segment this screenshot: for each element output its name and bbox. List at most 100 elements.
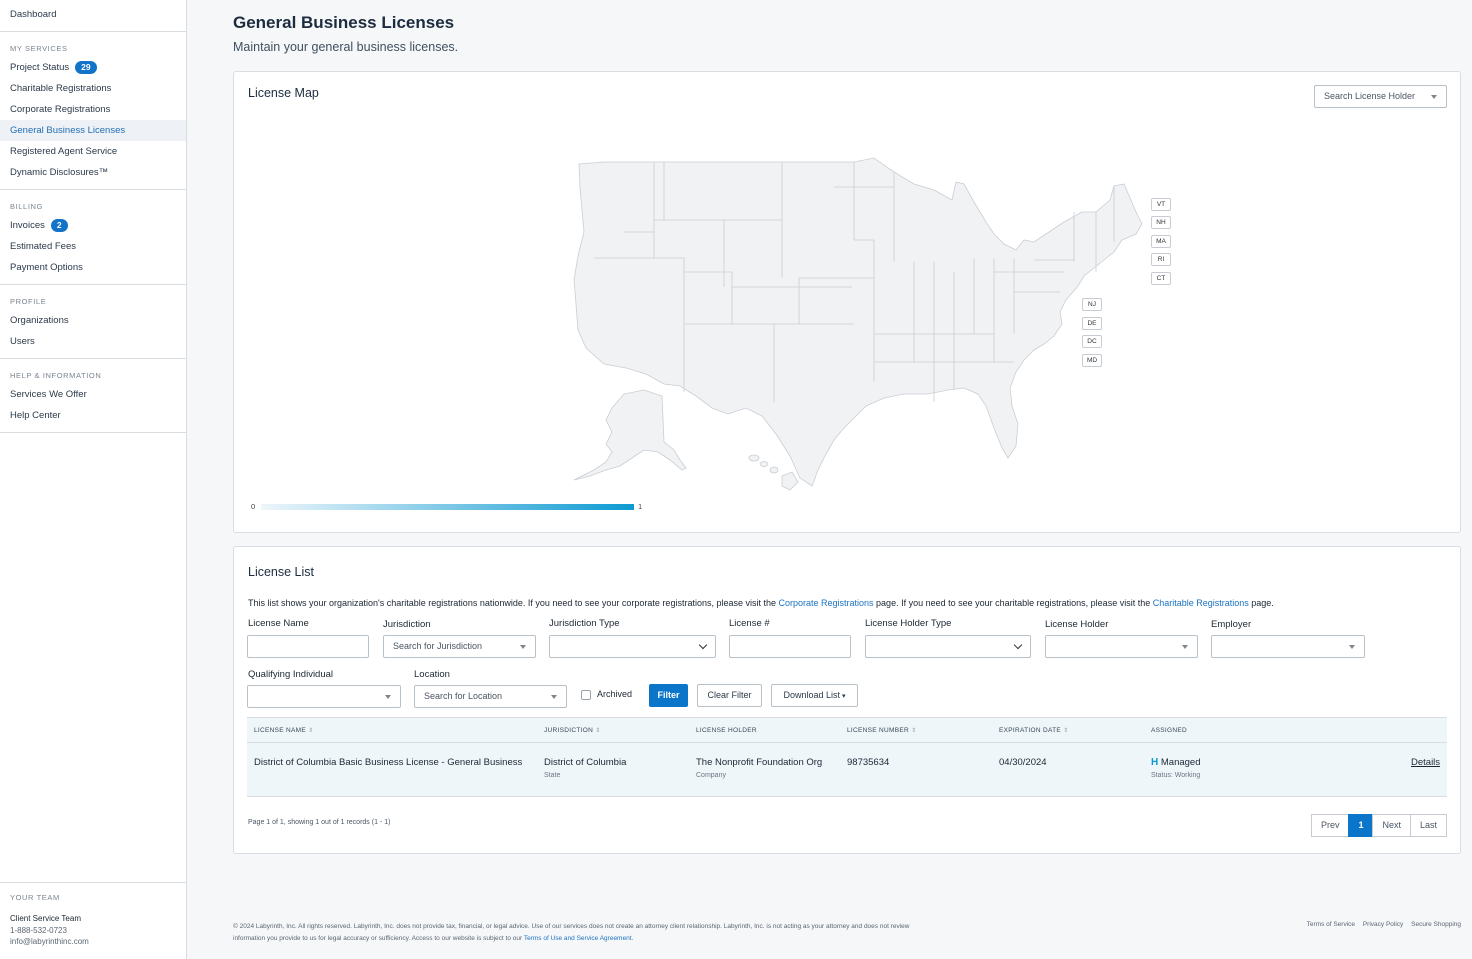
state-tag-nh[interactable]: NH <box>1151 216 1171 229</box>
license-number-label: License # <box>729 618 770 629</box>
sidebar-item-registered-agent-service[interactable]: Registered Agent Service <box>0 141 186 162</box>
alaska[interactable] <box>573 389 687 481</box>
col-license-name[interactable]: LICENSE NAME ⇕ <box>254 727 313 734</box>
cell-license-number: 98735634 <box>847 757 890 768</box>
sort-icon: ⇕ <box>308 728 314 734</box>
archived-checkbox[interactable] <box>581 690 591 700</box>
page-subtitle: Maintain your general business licenses. <box>233 40 459 54</box>
sidebar-item-project-status[interactable]: Project Status 29 <box>0 57 186 78</box>
jurisdiction-select[interactable]: Search for Jurisdiction <box>383 635 536 658</box>
sidebar-item-help-center[interactable]: Help Center <box>0 405 186 426</box>
qualifying-individual-select[interactable] <box>247 685 401 708</box>
charitable-registrations-link[interactable]: Charitable Registrations <box>1153 598 1249 608</box>
jurisdiction-label: Jurisdiction <box>383 619 431 630</box>
terms-of-use-link[interactable]: Terms of Use and Service Agreement <box>524 935 632 942</box>
col-expiration-date[interactable]: EXPIRATION DATE ⇕ <box>999 727 1068 734</box>
col-license-number[interactable]: LICENSE NUMBER ⇕ <box>847 727 916 734</box>
cell-jurisdiction-type: State <box>544 772 561 779</box>
column-label: EXPIRATION DATE <box>999 727 1062 734</box>
cell-jurisdiction: District of Columbia <box>544 757 627 768</box>
holder-type-select[interactable] <box>865 635 1031 658</box>
legend-max: 1 <box>638 502 643 511</box>
state-tag-ct[interactable]: CT <box>1151 272 1171 285</box>
footer-line-2: information you provide to us for legal … <box>233 935 634 942</box>
col-jurisdiction[interactable]: JURISDICTION ⇕ <box>544 727 601 734</box>
jurisdiction-type-select[interactable] <box>549 635 716 658</box>
cell-assigned: H Managed <box>1151 757 1201 768</box>
hawaii[interactable] <box>748 454 799 491</box>
sort-icon: ⇕ <box>911 728 917 734</box>
col-license-holder: LICENSE HOLDER <box>696 727 757 734</box>
list-description: This list shows your organization's char… <box>248 598 1274 608</box>
sidebar-item-charitable-registrations[interactable]: Charitable Registrations <box>0 78 186 99</box>
clear-filter-button[interactable]: Clear Filter <box>697 684 762 707</box>
sidebar-item-label: Project Status <box>10 62 70 73</box>
team-phone[interactable]: 1-888-532-0723 <box>10 925 176 936</box>
your-team: YOUR TEAM Client Service Team 1-888-532-… <box>0 882 186 959</box>
team-name: Client Service Team <box>10 914 81 923</box>
location-label: Location <box>414 669 450 680</box>
state-tag-de[interactable]: DE <box>1082 317 1102 330</box>
page-title: General Business Licenses <box>233 13 455 32</box>
sidebar-item-general-business-licenses[interactable]: General Business Licenses <box>0 120 186 141</box>
license-number-input[interactable] <box>729 635 851 658</box>
sidebar-item-services-we-offer[interactable]: Services We Offer <box>0 384 186 405</box>
state-tag-ma[interactable]: MA <box>1151 235 1171 248</box>
secure-shopping-link[interactable]: Secure Shopping <box>1411 921 1461 928</box>
next-page-button[interactable]: Next <box>1372 814 1411 837</box>
chevron-down-icon <box>1013 640 1023 650</box>
select-placeholder: Search for Location <box>424 691 503 701</box>
last-page-button[interactable]: Last <box>1409 814 1447 837</box>
sidebar-item-estimated-fees[interactable]: Estimated Fees <box>0 236 186 257</box>
managed-icon: H <box>1151 757 1159 768</box>
column-label: LICENSE NAME <box>254 727 307 734</box>
sidebar-section-profile: PROFILE Organizations Users <box>0 285 186 359</box>
state-tag-ri[interactable]: RI <box>1151 253 1171 266</box>
state-tag-nj[interactable]: NJ <box>1082 298 1102 311</box>
sidebar-heading: YOUR TEAM <box>10 893 60 902</box>
sidebar-heading: HELP & INFORMATION <box>10 371 102 380</box>
privacy-policy-link[interactable]: Privacy Policy <box>1363 921 1403 928</box>
prev-page-button[interactable]: Prev <box>1310 814 1350 837</box>
sidebar-top: Dashboard <box>0 0 186 32</box>
state-tag-md[interactable]: MD <box>1082 354 1102 367</box>
state-tag-dc[interactable]: DC <box>1082 335 1102 348</box>
team-email[interactable]: info@labyrinthinc.com <box>10 936 176 947</box>
caret-down-icon <box>1349 645 1355 649</box>
license-name-label: License Name <box>248 618 309 629</box>
pagination-info: Page 1 of 1, showing 1 out of 1 records … <box>248 819 391 826</box>
sidebar-item-organizations[interactable]: Organizations <box>0 310 186 331</box>
count-badge: 2 <box>50 219 68 232</box>
download-list-button[interactable]: Download List ▾ <box>771 684 858 707</box>
state-tag-vt[interactable]: VT <box>1151 198 1171 211</box>
footer-disclaimer: © 2024 Labyrinth, Inc. All rights reserv… <box>233 921 1053 945</box>
corporate-registrations-link[interactable]: Corporate Registrations <box>779 598 874 608</box>
caret-down-icon <box>520 645 526 649</box>
sidebar-item-label: Organizations <box>10 315 69 326</box>
terms-of-service-link[interactable]: Terms of Service <box>1307 921 1355 928</box>
sidebar-item-invoices[interactable]: Invoices 2 <box>0 215 186 236</box>
location-select[interactable]: Search for Location <box>414 685 567 708</box>
legend-gradient <box>261 504 634 510</box>
desc-text: page. <box>1248 598 1274 608</box>
assigned-label: Managed <box>1160 757 1201 768</box>
filter-button[interactable]: Filter <box>649 684 688 707</box>
sidebar: Dashboard MY SERVICES Project Status 29 C… <box>0 0 187 959</box>
sidebar-item-corporate-registrations[interactable]: Corporate Registrations <box>0 99 186 120</box>
license-name-input[interactable] <box>247 635 369 658</box>
sidebar-heading: PROFILE <box>10 297 47 306</box>
sidebar-item-label: Estimated Fees <box>10 241 76 252</box>
license-list-card: License List This list shows your organi… <box>233 546 1461 854</box>
holder-select[interactable] <box>1045 635 1198 658</box>
sidebar-item-dynamic-disclosures[interactable]: Dynamic Disclosures™ <box>0 162 186 183</box>
employer-select[interactable] <box>1211 635 1365 658</box>
sidebar-item-dashboard[interactable]: Dashboard <box>0 4 186 25</box>
col-assigned: ASSIGNED <box>1151 727 1187 734</box>
holder-label: License Holder <box>1045 619 1109 630</box>
sidebar-item-payment-options[interactable]: Payment Options <box>0 257 186 278</box>
sidebar-heading: MY SERVICES <box>10 44 68 53</box>
page-1-button[interactable]: 1 <box>1348 814 1374 837</box>
column-label: JURISDICTION <box>544 727 594 734</box>
details-link[interactable]: Details <box>1411 757 1440 768</box>
sidebar-item-users[interactable]: Users <box>0 331 186 352</box>
